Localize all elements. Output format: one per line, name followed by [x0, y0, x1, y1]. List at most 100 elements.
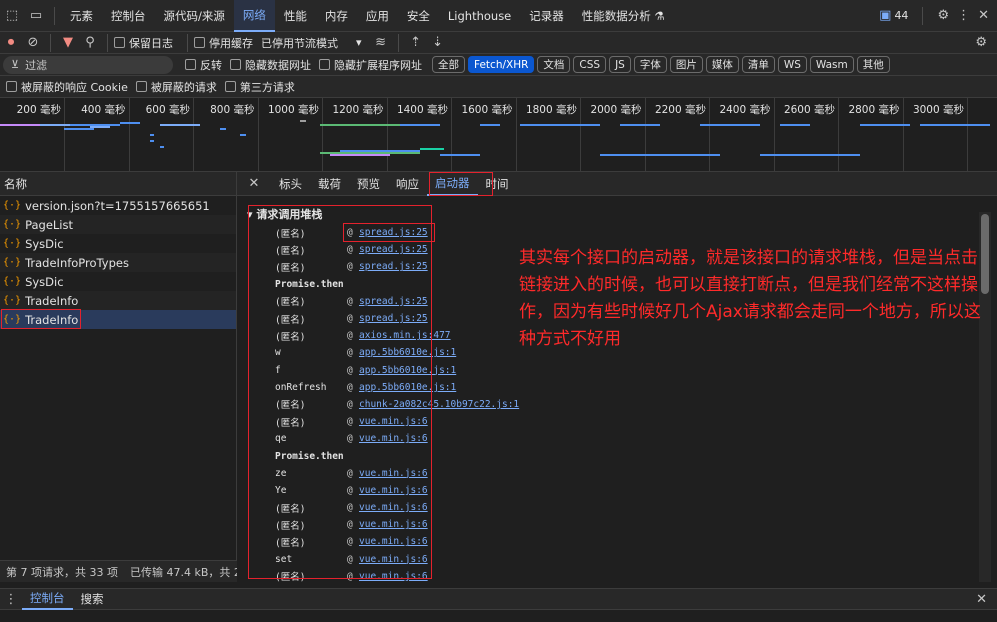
timeline-tick: 1000 毫秒: [268, 98, 323, 172]
options-bar: 被屏蔽的响应 Cookie 被屏蔽的请求 第三方请求: [0, 76, 997, 98]
request-row[interactable]: {·} TradeInfo: [0, 291, 236, 310]
request-row[interactable]: {·} SysDic: [0, 234, 236, 253]
timeline-tick-label: 2600 毫秒: [783, 104, 835, 116]
more-options-icon[interactable]: ⋮: [957, 8, 970, 23]
type-filter-chip[interactable]: 字体: [633, 56, 667, 73]
type-filter-chip[interactable]: 清单: [741, 56, 775, 73]
network-overview-timeline[interactable]: 200 毫秒 400 毫秒 600 毫秒 800 毫秒 1000 毫秒 1200 毫秒 14…: [0, 98, 997, 172]
checkbox-box: [114, 37, 125, 48]
drawer-tab[interactable]: 控制台: [22, 588, 73, 610]
close-detail-icon[interactable]: ✕: [237, 176, 271, 191]
type-filter-chip[interactable]: 图片: [669, 56, 703, 73]
hide-ext-urls-checkbox[interactable]: 隐藏扩展程序网址: [319, 57, 422, 73]
hide-data-urls-checkbox[interactable]: 隐藏数据网址: [230, 57, 311, 73]
divider: [107, 33, 108, 52]
close-icon[interactable]: ✕: [978, 8, 989, 23]
search-icon[interactable]: ⚲: [79, 35, 101, 50]
request-name: version.json?t=1755157665651: [25, 198, 210, 213]
request-row[interactable]: {·} version.json?t=1755157665651: [0, 196, 236, 215]
tab-2[interactable]: 源代码/来源: [155, 0, 234, 32]
detail-tab[interactable]: 载荷: [310, 172, 349, 196]
issues-badge[interactable]: ▣ 44: [879, 8, 908, 23]
export-har-icon[interactable]: ⇣: [427, 35, 449, 50]
type-filter-chip[interactable]: Wasm: [809, 56, 854, 73]
waterfall-bar: [320, 124, 400, 126]
waterfall-bar: [420, 148, 444, 150]
tab-8[interactable]: Lighthouse: [439, 0, 520, 32]
timeline-tick: 2000 毫秒: [590, 98, 646, 172]
transfer-size: 已传输 47.4 kB，共 2: [129, 565, 237, 579]
timeline-tick-label: 3000 毫秒: [912, 104, 964, 116]
waterfall-bar: [220, 128, 226, 130]
blocked-requests-checkbox[interactable]: 被屏蔽的请求: [135, 79, 217, 95]
hide-data-urls-label: 隐藏数据网址: [245, 58, 311, 72]
timeline-tick-label: 1000 毫秒: [267, 104, 319, 116]
waterfall-bar: [440, 154, 480, 156]
tab-3[interactable]: 网络: [233, 0, 275, 32]
invert-checkbox[interactable]: 反转: [185, 57, 222, 73]
drawer-menu-icon[interactable]: ⋮: [0, 592, 22, 607]
waterfall-bar: [760, 154, 860, 156]
drawer-tab[interactable]: 搜索: [73, 588, 112, 610]
timeline-tick-label: 2800 毫秒: [848, 104, 900, 116]
blocked-cookies-checkbox[interactable]: 被屏蔽的响应 Cookie: [6, 79, 128, 95]
disable-cache-checkbox[interactable]: 停用缓存: [194, 35, 253, 51]
timeline-tick-label: 800 毫秒: [210, 104, 255, 116]
request-row[interactable]: {·} SysDic: [0, 272, 236, 291]
waterfall-bar: [480, 124, 500, 126]
type-filter-chip[interactable]: 媒体: [705, 56, 739, 73]
waterfall-bar: [620, 124, 660, 126]
network-conditions-icon[interactable]: ≋: [370, 35, 392, 50]
type-filter-chip[interactable]: 全部: [432, 56, 465, 73]
settings-gear-icon[interactable]: ⚙: [937, 8, 949, 23]
timeline-tick: 1600 毫秒: [461, 98, 517, 172]
tab-9[interactable]: 记录器: [520, 0, 573, 32]
throttle-select[interactable]: 已停用节流模式 ▾: [261, 35, 362, 51]
type-filter-chip[interactable]: CSS: [573, 56, 607, 73]
tab-0[interactable]: 元素: [61, 0, 102, 32]
type-filter-chip[interactable]: 其他: [856, 56, 890, 73]
request-row[interactable]: {·} PageList: [0, 215, 236, 234]
close-drawer-icon[interactable]: ✕: [976, 592, 987, 607]
waterfall-bar: [960, 124, 990, 126]
detail-tab[interactable]: 响应: [388, 172, 427, 196]
tab-5[interactable]: 内存: [316, 0, 357, 32]
tab-1[interactable]: 控制台: [102, 0, 155, 32]
timeline-tick-label: 200 毫秒: [16, 104, 61, 116]
filter-funnel-icon[interactable]: ▼: [57, 35, 79, 50]
request-name: TradeInfoProTypes: [25, 255, 129, 270]
highlight-selected-request: [1, 309, 81, 329]
detail-tab[interactable]: 预览: [349, 172, 388, 196]
device-toggle-icon[interactable]: ▭: [24, 8, 48, 23]
type-filter-chip[interactable]: Fetch/XHR: [468, 56, 535, 73]
timeline-tick: 800 毫秒: [210, 98, 259, 172]
waterfall-bar: [920, 124, 960, 126]
status-bar: 第 7 项请求，共 33 项 已传输 47.4 kB，共 2: [0, 560, 237, 582]
network-settings-gear-icon[interactable]: ⚙: [975, 35, 987, 50]
type-filter-chip[interactable]: JS: [609, 56, 631, 73]
third-party-checkbox[interactable]: 第三方请求: [224, 79, 295, 95]
preserve-log-checkbox[interactable]: 保留日志: [114, 35, 173, 51]
timeline-tick-label: 1400 毫秒: [396, 104, 448, 116]
inspect-element-icon[interactable]: ⬚: [0, 8, 24, 23]
type-filter-chip[interactable]: WS: [777, 56, 807, 73]
import-har-icon[interactable]: ⇡: [405, 35, 427, 50]
clear-icon[interactable]: ⊘: [22, 35, 44, 50]
xhr-icon: {·}: [3, 257, 22, 268]
filter-input[interactable]: ⊻ 过滤: [3, 55, 173, 74]
name-column-header[interactable]: 名称: [0, 172, 236, 196]
tab-6[interactable]: 应用: [357, 0, 398, 32]
record-stop-icon[interactable]: ⏺: [0, 35, 22, 50]
highlight-first-frame-link: [343, 223, 435, 242]
waterfall-bar: [330, 154, 390, 156]
tab-4[interactable]: 性能: [275, 0, 316, 32]
detail-tabbar: ✕ 标头 载荷 预览 响应 启动器 时间: [237, 172, 997, 196]
request-name: SysDic: [25, 274, 64, 289]
detail-tab[interactable]: 标头: [271, 172, 310, 196]
request-row[interactable]: {·} TradeInfoProTypes: [0, 253, 236, 272]
waterfall-bar: [40, 124, 70, 126]
highlight-initiator-tab: [429, 172, 493, 196]
type-filter-chip[interactable]: 文档: [537, 56, 571, 73]
tab-10[interactable]: 性能数据分析 ⚗: [573, 0, 674, 32]
tab-7[interactable]: 安全: [398, 0, 439, 32]
